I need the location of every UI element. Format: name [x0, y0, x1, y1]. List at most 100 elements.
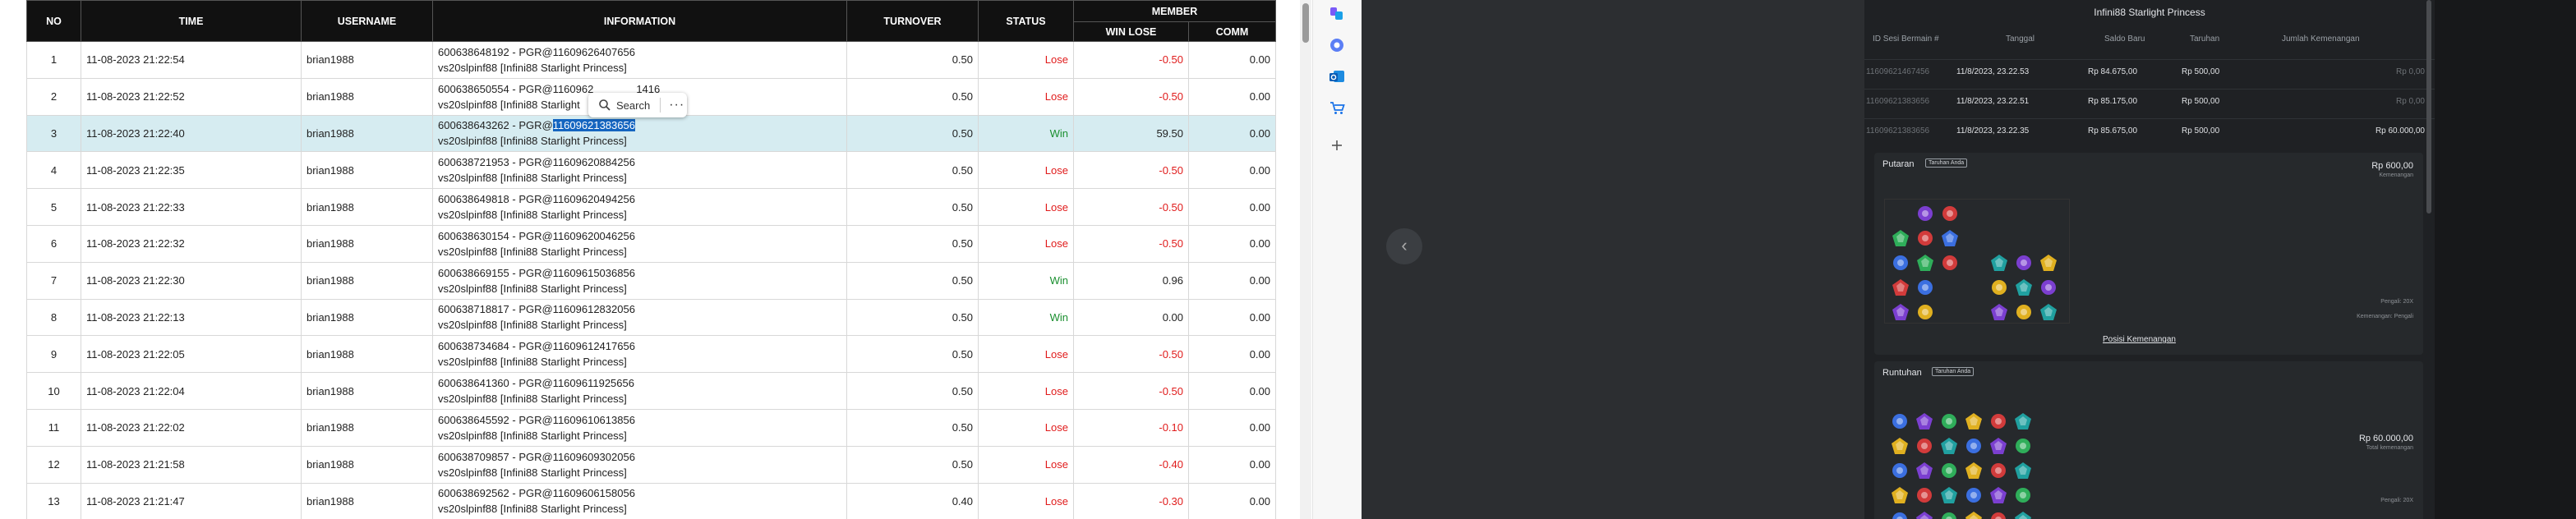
info-line-1: 600638669155 - PGR@11609615036856 [438, 266, 635, 279]
gem-icon [1942, 206, 1957, 221]
table-row[interactable]: 7 11-08-2023 21:22:30 brian1988 60063866915… [26, 261, 1276, 300]
gem-icon [2040, 304, 2057, 320]
gem-icon [1991, 304, 2007, 320]
vertical-scrollbar[interactable] [1300, 0, 1311, 519]
plus-icon[interactable] [1328, 136, 1346, 154]
cell-comm: 0.00 [1188, 372, 1276, 410]
info-line-2: vs20slpinf88 [Infini88 Starlight Princes… [438, 466, 627, 479]
cell-status: Lose [978, 482, 1074, 519]
extension-icon[interactable] [1328, 36, 1346, 54]
cell-username: brian1988 [301, 261, 433, 300]
gem-icon [2016, 305, 2031, 319]
cell-username: brian1988 [301, 41, 433, 79]
table-row[interactable]: 5 11-08-2023 21:22:33 brian1988 60063864981… [26, 188, 1276, 226]
info-line-1: 600638630154 - PGR@11609620046256 [438, 229, 635, 242]
table-row[interactable]: 12 11-08-2023 21:21:58 brian1988 6006387098… [26, 445, 1276, 484]
gem-icon [1918, 305, 1933, 319]
cell-turnover: 0.50 [846, 261, 979, 300]
game-row[interactable]: 11609621467456 11/8/2023, 23.22.53 Rp 84… [1864, 59, 2435, 83]
scrollbar-thumb[interactable] [1302, 3, 1309, 43]
cell-turnover: 0.50 [846, 298, 979, 337]
table-row[interactable]: 8 11-08-2023 21:22:13 brian1988 60063871881… [26, 298, 1276, 337]
gem-icon [1918, 206, 1933, 221]
cell-information: 600638643262 - PGR@11609621383656 vs20slp… [432, 114, 847, 153]
info-line-2: vs20slpinf88 [Infini88 Starlight Princes… [438, 245, 627, 258]
info-line-1: 600638734684 - PGR@11609612417656 [438, 340, 635, 353]
cell-win-lose: -0.50 [1073, 335, 1189, 374]
table-row[interactable]: 10 11-08-2023 21:22:04 brian1988 6006386413… [26, 372, 1276, 410]
gem-icon [2015, 413, 2031, 429]
cell-no: 11 [26, 408, 81, 447]
browser-sidebar [1312, 0, 1362, 519]
table-row[interactable]: 6 11-08-2023 21:22:32 brian1988 60063863015… [26, 224, 1276, 263]
toolbar-divider [660, 98, 661, 113]
copilot-icon[interactable] [1328, 5, 1346, 23]
chevron-left-icon[interactable]: ‹ [1386, 228, 1422, 264]
table-row[interactable]: 9 11-08-2023 21:22:05 brian1988 60063873468… [26, 335, 1276, 374]
gem-icon [1991, 414, 2006, 429]
info-line-1: 600638648192 - PGR@11609626407656 [438, 45, 635, 58]
outlook-icon[interactable] [1328, 67, 1346, 85]
cell-no: 9 [26, 335, 81, 374]
spin-section: Putaran Taruhan Anda Rp 600,00 Kemenanga… [1874, 153, 2423, 355]
cell-win-lose: 0.00 [1073, 298, 1189, 337]
table-row[interactable]: 1 11-08-2023 21:22:54 brian1988 60063864819… [26, 41, 1276, 79]
cell-no: 5 [26, 188, 81, 226]
selected-text: 11609621383656 [552, 119, 635, 132]
cell-win-lose: 0.96 [1073, 261, 1189, 300]
game-row[interactable]: 11609621383656 11/8/2023, 23.22.35 Rp 85… [1864, 118, 2435, 142]
game-history-viewer: ‹ Infini88 Starlight Princess ID Sesi Be… [1362, 0, 2576, 519]
cell-status: Lose [978, 77, 1074, 116]
shopping-icon[interactable] [1328, 99, 1346, 117]
selection-context-toolbar[interactable]: Search ··· [588, 93, 687, 117]
search-selection-button[interactable]: Search [616, 99, 650, 112]
table-row[interactable]: 3 11-08-2023 21:22:40 brian1988 60063864326… [26, 114, 1276, 153]
table-row[interactable]: 11 11-08-2023 21:22:02 brian1988 6006386455… [26, 408, 1276, 447]
cell-no: 8 [26, 298, 81, 337]
cell-comm: 0.00 [1188, 77, 1276, 116]
cell-comm: 0.00 [1188, 408, 1276, 447]
cell-time: 11-08-2023 21:22:30 [81, 261, 302, 300]
gem-icon [2040, 255, 2057, 271]
cell-username: brian1988 [301, 372, 433, 410]
bet-tag: Taruhan Anda [1925, 158, 1968, 168]
gem-icon [2041, 280, 2056, 295]
cell-win-lose: -0.50 [1073, 188, 1189, 226]
tumble-sub: Total kemenangan [2366, 445, 2413, 451]
gem-icon [2015, 512, 2031, 519]
gem-icon [1990, 487, 2007, 503]
gem-icon [1965, 512, 1982, 519]
info-line-1: 600638649818 - PGR@11609620494256 [438, 193, 635, 206]
gem-icon [2016, 439, 2030, 453]
game-scrollbar[interactable] [2426, 0, 2431, 214]
header-information: INFORMATION [432, 0, 847, 42]
spin-label: Putaran [1882, 159, 1915, 169]
more-options-icon[interactable]: ··· [669, 98, 684, 113]
cell-turnover: 0.50 [846, 77, 979, 116]
cell-time: 11-08-2023 21:22:35 [81, 151, 302, 190]
cell-comm: 0.00 [1188, 188, 1276, 226]
bet-tag: Taruhan Anda [1932, 367, 1975, 376]
table-row[interactable]: 13 11-08-2023 21:21:47 brian1988 6006386925… [26, 482, 1276, 519]
winning-position-link[interactable]: Posisi Kemenangan [2103, 335, 2176, 344]
cell-turnover: 0.50 [846, 188, 979, 226]
cell-status: Lose [978, 224, 1074, 263]
gem-icon [1942, 414, 1956, 429]
cell-win-lose: 59.50 [1073, 114, 1189, 153]
cell-time: 11-08-2023 21:22:32 [81, 224, 302, 263]
cell-win-lose: -0.10 [1073, 408, 1189, 447]
search-icon [599, 99, 611, 111]
cell-comm: 0.00 [1188, 261, 1276, 300]
info-line-1: 600638721953 - PGR@11609620884256 [438, 156, 635, 169]
cell-win-lose: -0.30 [1073, 482, 1189, 519]
cell-information: 600638648192 - PGR@11609626407656 vs20slp… [432, 41, 847, 79]
table-row[interactable]: 4 11-08-2023 21:22:35 brian1988 60063872195… [26, 151, 1276, 190]
game-row[interactable]: 11609621383656 11/8/2023, 23.22.51 Rp 85… [1864, 89, 2435, 113]
info-line-1: 600638641360 - PGR@11609611925656 [438, 377, 634, 390]
info-line-2: vs20slpinf88 [Infini88 Starlight [438, 98, 580, 111]
cell-turnover: 0.50 [846, 372, 979, 410]
gem-icon [1965, 462, 1982, 479]
cell-turnover: 0.50 [846, 408, 979, 447]
gem-icon [1966, 488, 1981, 503]
info-line-2: vs20slpinf88 [Infini88 Starlight Princes… [438, 356, 627, 369]
